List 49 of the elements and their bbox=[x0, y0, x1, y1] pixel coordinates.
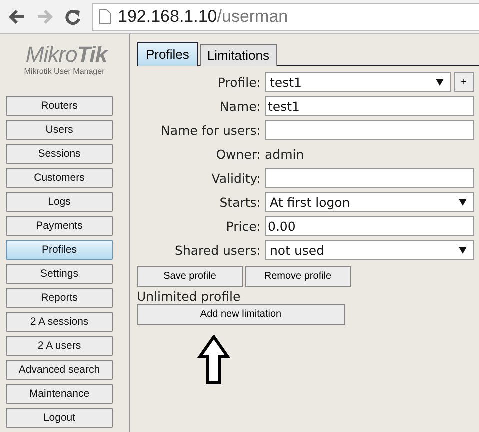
sidebar-button[interactable]: Settings bbox=[6, 264, 113, 284]
dropdown-arrow-icon bbox=[459, 246, 467, 254]
sidebar-button[interactable]: Payments bbox=[6, 216, 113, 236]
reload-icon[interactable] bbox=[64, 8, 82, 26]
tab[interactable]: Limitations bbox=[200, 44, 276, 66]
add-limitation-button[interactable]: Add new limitation bbox=[137, 304, 345, 325]
back-icon[interactable] bbox=[8, 8, 26, 26]
field-label: Profile: bbox=[216, 74, 261, 90]
field-label: Price: bbox=[225, 218, 261, 234]
field-label: Shared users: bbox=[174, 242, 261, 258]
sidebar-button[interactable]: Advanced search bbox=[6, 360, 113, 380]
input-field[interactable]: test1 bbox=[265, 96, 474, 116]
logo: MikroTik bbox=[26, 42, 108, 68]
form-button[interactable]: Save profile bbox=[137, 266, 243, 287]
field-value: admin bbox=[265, 146, 304, 162]
tab[interactable]: Profiles bbox=[137, 42, 198, 66]
sidebar-button[interactable]: 2 A users bbox=[6, 336, 113, 356]
sidebar-button[interactable]: Logout bbox=[6, 408, 113, 428]
sidebar-button[interactable]: 2 A sessions bbox=[6, 312, 113, 332]
dropdown-arrow-icon bbox=[436, 78, 444, 86]
input-field[interactable] bbox=[265, 120, 474, 140]
add-button[interactable]: + bbox=[454, 72, 474, 92]
sidebar-button[interactable]: Users bbox=[6, 120, 113, 140]
logo-subtitle: Mikrotik User Manager bbox=[24, 67, 105, 76]
sidebar-button[interactable]: Profiles bbox=[6, 240, 113, 260]
input-field[interactable]: 0.00 bbox=[265, 216, 474, 236]
sidebar-button[interactable]: Maintenance bbox=[6, 384, 113, 404]
sidebar-button[interactable]: Logs bbox=[6, 192, 113, 212]
sidebar-button[interactable]: Customers bbox=[6, 168, 113, 188]
sidebar-button[interactable]: Routers bbox=[6, 96, 113, 116]
sidebar-button[interactable]: Reports bbox=[6, 288, 113, 308]
url-text: 192.168.1.10/userman bbox=[118, 6, 288, 26]
field-label: Starts: bbox=[218, 194, 261, 210]
arrow-drawing bbox=[197, 335, 231, 385]
address-bar[interactable]: 192.168.1.10/userman bbox=[92, 2, 479, 30]
dropdown-arrow-icon bbox=[459, 198, 467, 206]
sidebar-button[interactable]: Sessions bbox=[6, 144, 113, 164]
form-button[interactable]: Remove profile bbox=[245, 266, 351, 287]
dropdown[interactable]: At first logon bbox=[265, 192, 474, 212]
field-label: Owner: bbox=[215, 146, 261, 162]
field-label: Validity: bbox=[210, 170, 261, 186]
dropdown[interactable]: test1 bbox=[265, 72, 451, 92]
forward-icon[interactable] bbox=[36, 8, 54, 26]
page-icon bbox=[99, 8, 112, 24]
input-field[interactable] bbox=[265, 168, 474, 188]
section-heading: Unlimited profile bbox=[137, 289, 242, 304]
field-label: Name: bbox=[218, 98, 261, 114]
dropdown[interactable]: not used bbox=[265, 240, 474, 260]
field-label: Name for users: bbox=[160, 122, 261, 138]
